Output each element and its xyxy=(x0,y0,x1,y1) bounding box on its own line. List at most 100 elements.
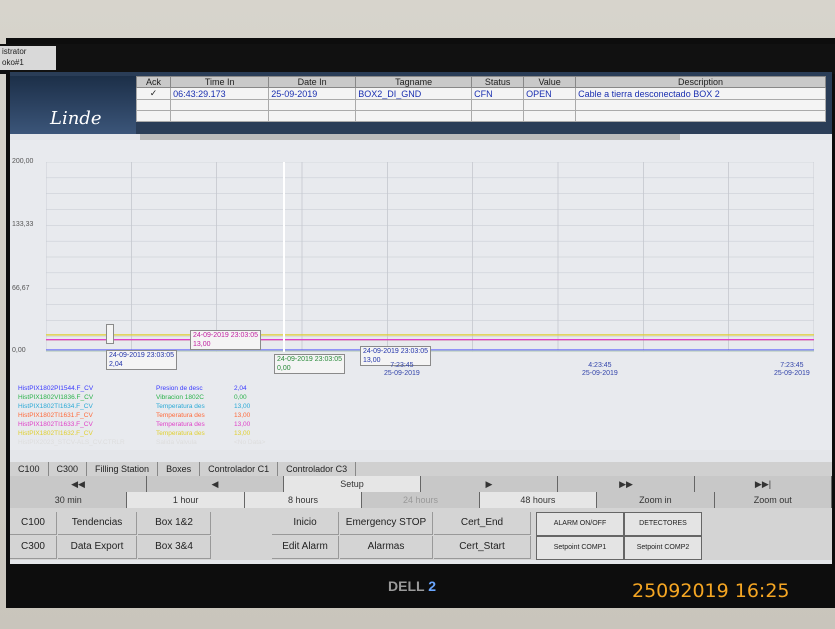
photo-timestamp: 25092019 16:25 xyxy=(632,580,790,602)
detectores-button[interactable]: DETECTORES xyxy=(624,512,702,536)
data-export-button[interactable]: Data Export xyxy=(58,536,137,559)
legend-text: 13,00 xyxy=(234,430,251,437)
alarm-status: CFN xyxy=(471,87,525,100)
top-strip xyxy=(0,44,835,74)
tag-date: 24-09-2019 23:03:05 xyxy=(193,332,258,339)
header-band: Linde Ack Time In Date In Tagname Status… xyxy=(10,72,832,134)
col-value: Value xyxy=(523,76,577,88)
x-time-label: 4:23:45 25-09-2019 xyxy=(582,362,618,377)
data-tag xyxy=(106,324,114,344)
legend-entry: HistPIX1802TI1632.F_CV Temperatura des 13,… xyxy=(18,429,265,438)
user-info: istrator oko#1 xyxy=(0,46,56,70)
range-48hours[interactable]: 48 hours xyxy=(479,492,598,508)
tag-date: 24-09-2019 23:03:05 xyxy=(277,356,342,363)
tab-controlador-c1[interactable]: Controlador C1 xyxy=(200,462,279,476)
linde-logo: Linde xyxy=(50,108,102,129)
legend-text: 13,00 xyxy=(234,421,251,428)
col-description: Description xyxy=(575,76,826,88)
col-time: Time In xyxy=(170,76,270,88)
legend-text: HistPIX1802TI1632.F_CV xyxy=(18,430,93,437)
zoom-in-button[interactable]: Zoom in xyxy=(597,492,715,508)
inicio-button[interactable]: Inicio xyxy=(272,512,339,535)
legend-text: HistPIX1802VI1836.F_CV xyxy=(18,394,94,401)
c100-button[interactable]: C100 xyxy=(10,512,57,535)
legend-text: Temperatura des xyxy=(156,430,205,437)
screen-tabs: C100 C300 Filling Station Boxes Controla… xyxy=(10,462,832,476)
emergency-stop-button[interactable]: Emergency STOP xyxy=(340,512,433,535)
admin-label: istrator xyxy=(2,47,27,56)
tab-c100[interactable]: C100 xyxy=(10,462,49,476)
range-row: 30 min 1 hour 8 hours 24 hours 48 hours … xyxy=(10,492,832,508)
alarm-date: 25-09-2019 xyxy=(268,87,357,100)
legend-entry: HistPIX1802TI1633.F_CV Temperatura des 13,… xyxy=(18,420,265,429)
hmi-screen: Linde Ack Time In Date In Tagname Status… xyxy=(10,72,832,564)
edit-alarm-button[interactable]: Edit Alarm xyxy=(272,536,339,559)
range-8hours[interactable]: 8 hours xyxy=(244,492,363,508)
tag-value: 2,04 xyxy=(109,361,123,368)
cert-start-button[interactable]: Cert_Start xyxy=(434,536,531,559)
box34-button[interactable]: Box 3&4 xyxy=(138,536,211,559)
legend-entry: HistPIX1802TI1634.F_CV Temperatura des 13,… xyxy=(18,402,265,411)
col-ack: Ack xyxy=(135,76,172,88)
legend-text: HistPIX1802TI1631.F_CV xyxy=(18,412,93,419)
zoom-out-button[interactable]: Zoom out xyxy=(714,492,832,508)
col-tagname: Tagname xyxy=(355,76,473,88)
setpoint-comp1-button[interactable]: Setpoint COMP1 xyxy=(536,536,624,560)
tab-controlador-c3[interactable]: Controlador C3 xyxy=(278,462,357,476)
legend-text: Temperatura des xyxy=(156,403,205,410)
tab-filling-station[interactable]: Filling Station xyxy=(87,462,159,476)
tab-c300[interactable]: C300 xyxy=(49,462,88,476)
y-tick-label: 200,00 xyxy=(12,158,34,165)
next-page-icon[interactable]: ▶ xyxy=(421,476,558,492)
y-tick-label: 133,33 xyxy=(12,221,34,228)
setup-button[interactable]: Setup xyxy=(284,476,421,492)
legend-entry: HistPIX1802TI1631.F_CV Temperatura des 13,… xyxy=(18,411,265,420)
y-tick-label: 0,00 xyxy=(12,347,26,354)
legend-text: Salida Valvula xyxy=(156,439,197,446)
button-panel: C100 Tendencias Box 1&2 Inicio Emergency… xyxy=(10,508,832,560)
box12-button[interactable]: Box 1&2 xyxy=(138,512,211,535)
alarmas-button[interactable]: Alarmas xyxy=(340,536,433,559)
col-status: Status xyxy=(471,76,525,88)
legend-entry: HistPIX2023_STCV-ALS_CV.CTRLR Salida Valv… xyxy=(18,438,265,447)
tag-value: 13,00 xyxy=(193,341,211,348)
alarm-time: 06:43:29.173 xyxy=(170,87,270,100)
tab-boxes[interactable]: Boxes xyxy=(158,462,201,476)
setpoint-comp2-button[interactable]: Setpoint COMP2 xyxy=(624,536,702,560)
tendencias-button[interactable]: Tendencias xyxy=(58,512,137,535)
tag-value: 0,00 xyxy=(277,365,291,372)
prev-page-icon[interactable]: ◀ xyxy=(147,476,284,492)
range-1hour[interactable]: 1 hour xyxy=(127,492,245,508)
cert-end-button[interactable]: Cert_End xyxy=(434,512,531,535)
y-tick-label: 66,67 xyxy=(12,285,30,292)
legend-text: 0,00 xyxy=(234,394,247,401)
monitor-brand: DELL 2 xyxy=(388,578,436,594)
alarm-tagname: BOX2_DI_GND xyxy=(355,87,473,100)
col-date: Date In xyxy=(268,76,357,88)
legend-text: Presion de desc xyxy=(156,385,203,392)
admin-user: oko#1 xyxy=(2,58,24,67)
alarm-onoff-button[interactable]: ALARM ON/OFF xyxy=(536,512,624,536)
fast-forward-icon[interactable]: ▶▶ xyxy=(558,476,695,492)
alarm-header-row: Ack Time In Date In Tagname Status Value… xyxy=(135,76,826,88)
tag-date: 24-09-2019 23:03:05 xyxy=(363,348,428,355)
alarm-description: Cable a tierra desconectado BOX 2 xyxy=(575,87,826,100)
ack-check-icon[interactable]: ✓ xyxy=(135,87,172,100)
legend-text: <No Data> xyxy=(234,439,266,446)
legend-text: HistPIX1802TI1634.F_CV xyxy=(18,403,93,410)
empty-row xyxy=(135,99,826,111)
empty-row xyxy=(135,110,826,122)
legend-text: 13,00 xyxy=(234,412,251,419)
data-tag: 24-09-2019 23:03:05 0,00 xyxy=(274,354,345,374)
chart-plot[interactable] xyxy=(46,162,814,352)
legend-text: HistPIX1802PI1544.F_CV xyxy=(18,385,94,392)
nav-row: ◀◀ ◀ Setup ▶ ▶▶ ▶▶| xyxy=(10,476,832,492)
first-page-icon[interactable]: ◀◀ xyxy=(10,476,147,492)
range-30min[interactable]: 30 min xyxy=(10,492,128,508)
c300-button[interactable]: C300 xyxy=(10,536,57,559)
alarm-row[interactable]: ✓ 06:43:29.173 25-09-2019 BOX2_DI_GND CF… xyxy=(135,87,826,100)
legend-text: HistPIX2023_STCV-ALS_CV.CTRLR xyxy=(18,439,125,446)
range-24hours[interactable]: 24 hours xyxy=(362,492,480,508)
last-page-icon[interactable]: ▶▶| xyxy=(695,476,832,492)
alarm-value: OPEN xyxy=(523,87,577,100)
